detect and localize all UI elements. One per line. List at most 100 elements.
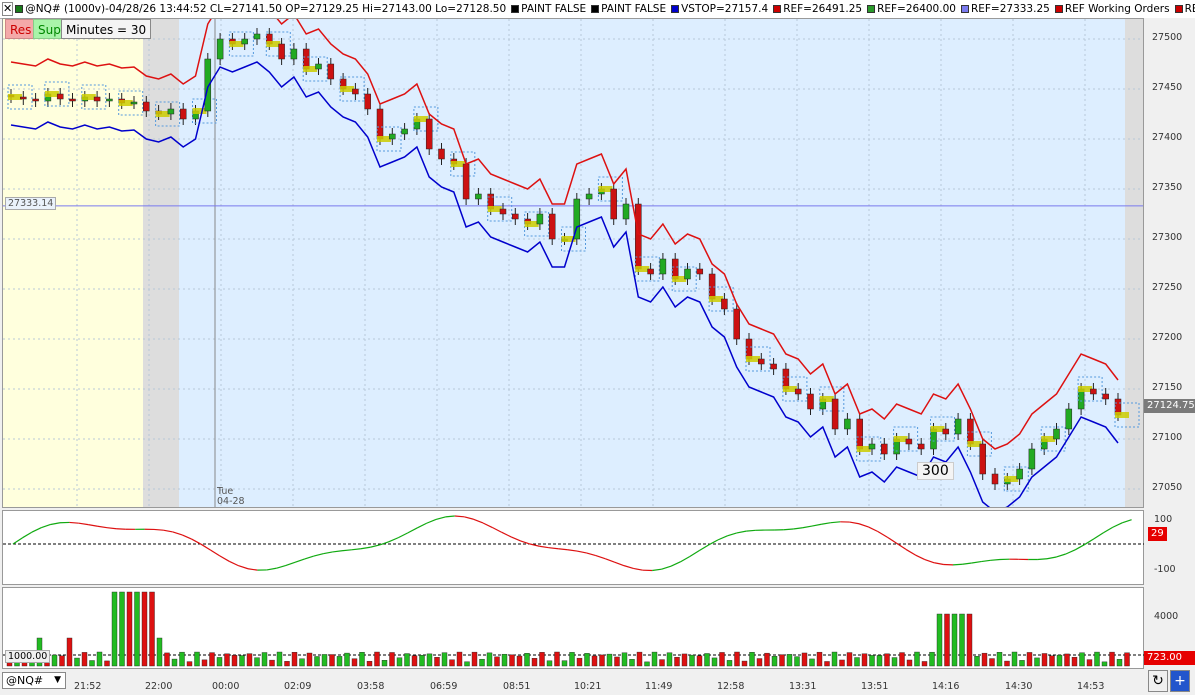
oscillator-segment — [868, 526, 879, 533]
volume-bar — [344, 652, 350, 667]
oscillator-segment — [567, 549, 578, 552]
oscillator-segment — [736, 530, 747, 534]
oscillator-segment — [41, 523, 51, 529]
volume-profile-bar — [118, 100, 133, 106]
oscillator-segment — [351, 548, 361, 551]
volume-bar — [404, 653, 410, 667]
volume-bar — [899, 652, 905, 667]
oscillator-segment — [877, 530, 888, 538]
volume-bar — [906, 659, 913, 667]
volume-bar — [696, 655, 703, 667]
price-tick: 27450 — [1152, 82, 1183, 93]
oscillator-segment — [802, 525, 813, 529]
oscillator-segment — [238, 565, 249, 570]
legend-swatch — [15, 5, 24, 13]
volume-bar — [981, 652, 988, 667]
candle-body — [1090, 388, 1097, 395]
volume-bar — [636, 651, 643, 667]
oscillator-segment — [670, 561, 681, 567]
candle-body — [438, 148, 445, 160]
volume-svg — [3, 591, 1145, 667]
oscillator-panel[interactable] — [2, 510, 1145, 585]
oscillator-segment — [219, 555, 230, 562]
volume-bar — [246, 653, 253, 667]
volume-bar — [591, 655, 598, 667]
volume-bar — [689, 654, 695, 667]
oscillator-segment — [388, 537, 399, 543]
candle-body — [130, 101, 138, 105]
price-chart-svg — [3, 19, 1143, 507]
volume-tick-4000: 4000 — [1154, 611, 1179, 622]
oscillator-segment — [464, 516, 474, 520]
oscillator-segment — [88, 524, 98, 527]
volume-profile-bar — [81, 94, 96, 100]
legend-swatch — [1054, 5, 1063, 13]
volume-panel[interactable]: 1000.00 — [2, 587, 1145, 669]
title-bar-item-label: REF=27333.25 — [970, 3, 1050, 15]
candle-body — [278, 43, 285, 60]
title-bar-item: PAINT FALSE — [511, 3, 586, 15]
symbol-selector-value: @NQ# — [6, 674, 44, 687]
candle-body — [327, 63, 335, 80]
volume-bar — [464, 661, 470, 667]
volume-bar — [554, 651, 560, 667]
candle-body — [807, 393, 814, 410]
volume-bar — [764, 652, 770, 667]
oscillator-segment — [652, 568, 662, 572]
volume-bar — [299, 658, 305, 667]
price-tick: 27250 — [1152, 282, 1183, 293]
refresh-icon[interactable]: ↻ — [1148, 670, 1168, 692]
title-bar-item-label: REF Working Orders — [1064, 3, 1170, 15]
volume-bar — [989, 658, 995, 667]
oscillator-tick-100: 100 — [1154, 514, 1173, 525]
volume-profile-bar — [44, 91, 59, 97]
volume-bar — [869, 655, 875, 667]
oscillator-segment — [971, 560, 982, 564]
candle-body — [1016, 468, 1023, 480]
candle-body — [93, 96, 101, 102]
volume-bar — [876, 655, 883, 667]
oscillator-tick-neg100: -100 — [1154, 564, 1176, 575]
volume-bar — [936, 613, 943, 667]
candle-body — [69, 98, 76, 102]
volume-profile-bar — [930, 426, 945, 432]
volume-bar — [809, 658, 815, 667]
oscillator-segment — [1046, 556, 1057, 560]
volume-bar — [81, 652, 88, 667]
symbol-selector[interactable]: @NQ# ▼ — [2, 672, 66, 689]
oscillator-segment — [1112, 522, 1123, 528]
res-button[interactable]: Res — [5, 19, 37, 39]
candle-body — [622, 203, 630, 220]
time-tick: 06:59 — [430, 681, 458, 692]
volume-bar — [269, 659, 275, 667]
volume-bar — [1064, 653, 1070, 667]
volume-bar — [576, 657, 583, 667]
candle-body — [32, 98, 39, 102]
oscillator-segment — [1122, 519, 1132, 524]
volume-bar — [786, 654, 793, 667]
volume-bar — [471, 651, 478, 667]
oscillator-segment — [360, 546, 371, 550]
volume-bar — [201, 659, 208, 667]
oscillator-segment — [698, 544, 709, 552]
volume-bar — [239, 655, 245, 667]
price-chart-panel[interactable]: Res Sup Minutes = 30 27333.14 300 Tue 04… — [2, 18, 1144, 508]
add-chart-icon[interactable]: + — [1170, 670, 1190, 692]
volume-bar — [614, 656, 620, 667]
volume-bar — [944, 613, 950, 667]
candle-body — [376, 108, 384, 140]
oscillator-segment — [285, 561, 296, 567]
oscillator-segment — [426, 518, 437, 524]
close-icon[interactable]: ✕ — [2, 2, 14, 16]
candle-body — [979, 443, 986, 475]
time-tick: 14:53 — [1077, 681, 1105, 692]
candle-body — [56, 93, 64, 100]
volume-bar — [441, 652, 448, 667]
candle-body — [462, 163, 470, 200]
volume-bar — [284, 661, 290, 667]
oscillator-segment — [153, 528, 164, 531]
volume-bar — [891, 657, 898, 667]
volume-bar — [156, 637, 163, 667]
volume-bar — [794, 656, 800, 667]
candle-body — [425, 118, 433, 150]
